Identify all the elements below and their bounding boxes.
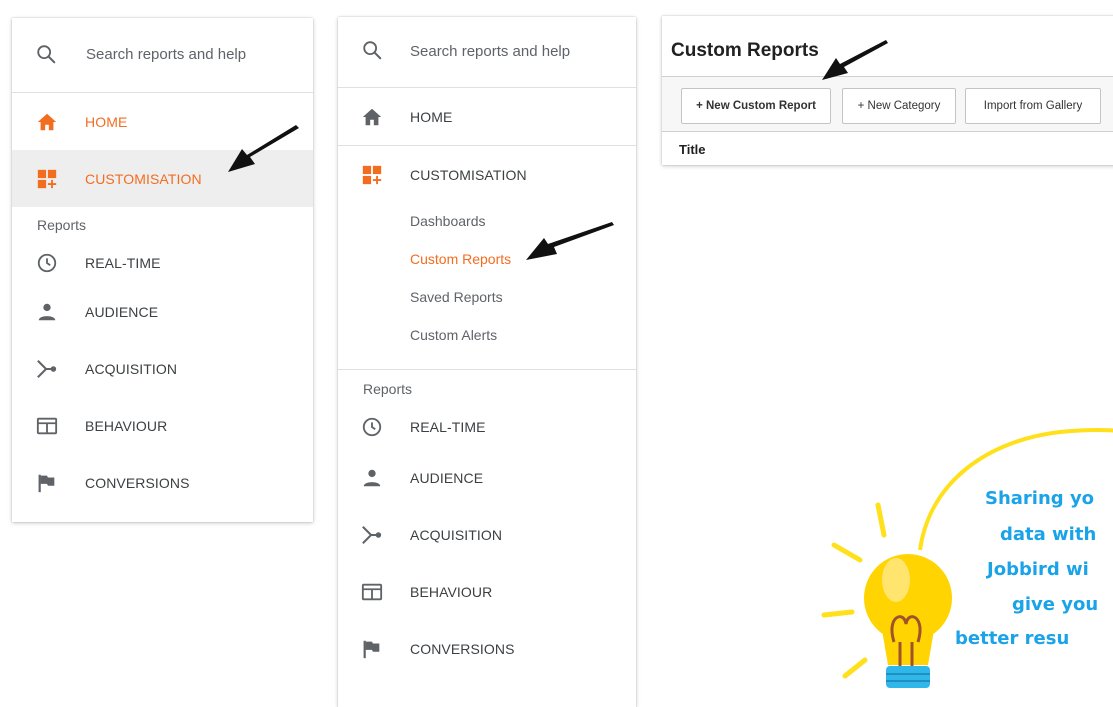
home-icon	[37, 113, 57, 131]
clock-icon	[362, 417, 382, 437]
person-icon	[363, 469, 381, 487]
sub-item-custom-alerts[interactable]: Custom Alerts	[338, 317, 636, 361]
page-title: Custom Reports	[671, 40, 819, 61]
flag-icon	[38, 474, 55, 493]
callout-line-5: better resu	[955, 628, 1070, 649]
nav-item-audience[interactable]: AUDIENCE	[12, 283, 313, 340]
clock-icon	[37, 253, 57, 273]
nav-item-acquisition[interactable]: ACQUISITION	[338, 506, 636, 563]
acquisition-icon	[362, 526, 382, 544]
nav-item-acquisition[interactable]: ACQUISITION	[12, 340, 313, 397]
column-header-title: Title	[679, 142, 706, 157]
nav-item-real-time[interactable]: REAL-TIME	[338, 408, 636, 449]
nav-item-real-time[interactable]: REAL-TIME	[12, 243, 313, 283]
behaviour-icon	[361, 583, 383, 601]
nav-panel-expanded: Search reports and help HOME CUSTOMISATI…	[338, 17, 636, 707]
nav-item-home-label: HOME	[85, 114, 128, 130]
custom-reports-panel: Custom Reports + New Custom Report + New…	[662, 16, 1113, 165]
arrow-icon	[228, 125, 299, 172]
nav-item-behaviour[interactable]: BEHAVIOUR	[338, 563, 636, 620]
acquisition-icon	[37, 360, 57, 378]
callout-line-3: Jobbird wi	[987, 559, 1089, 580]
nav-item-behaviour[interactable]: BEHAVIOUR	[12, 397, 313, 454]
nav-item-home[interactable]: HOME	[338, 88, 636, 145]
nav-item-conversions[interactable]: CONVERSIONS	[12, 454, 313, 511]
reports-section-label: Reports	[363, 381, 413, 397]
search-input[interactable]: Search reports and help	[86, 46, 246, 63]
callout-line-1: Sharing yo	[985, 488, 1095, 509]
person-icon	[38, 303, 56, 321]
arrow-icon	[822, 40, 888, 80]
behaviour-icon	[36, 417, 58, 435]
customisation-icon	[37, 169, 57, 189]
nav-item-audience[interactable]: AUDIENCE	[338, 449, 636, 506]
arrow-icon	[526, 222, 614, 260]
new-custom-report-button[interactable]: + New Custom Report	[681, 88, 831, 124]
reports-section-label: Reports	[37, 217, 87, 233]
sub-item-saved-reports[interactable]: Saved Reports	[338, 279, 636, 317]
nav-panel-collapsed: Search reports and help HOME CUSTOMISATI…	[12, 18, 313, 522]
report-toolbar: + New Custom Report + New Category Impor…	[662, 76, 1113, 132]
search-row[interactable]: Search reports and help	[338, 17, 636, 88]
nav-item-customisation[interactable]: CUSTOMISATION	[338, 146, 636, 203]
callout-line-2: data with	[1000, 524, 1097, 545]
nav-item-conversions[interactable]: CONVERSIONS	[338, 620, 636, 677]
home-icon	[362, 108, 382, 126]
flag-icon	[363, 640, 380, 659]
new-category-button[interactable]: + New Category	[842, 88, 956, 124]
search-row[interactable]: Search reports and help	[12, 18, 313, 93]
callout-line-4: give you	[1012, 594, 1099, 615]
search-input[interactable]: Search reports and help	[410, 43, 570, 60]
nav-item-customisation-label: CUSTOMISATION	[85, 171, 202, 187]
import-from-gallery-button[interactable]: Import from Gallery	[965, 88, 1101, 124]
search-icon	[37, 45, 56, 64]
customisation-icon	[362, 165, 382, 185]
search-icon	[363, 41, 382, 60]
